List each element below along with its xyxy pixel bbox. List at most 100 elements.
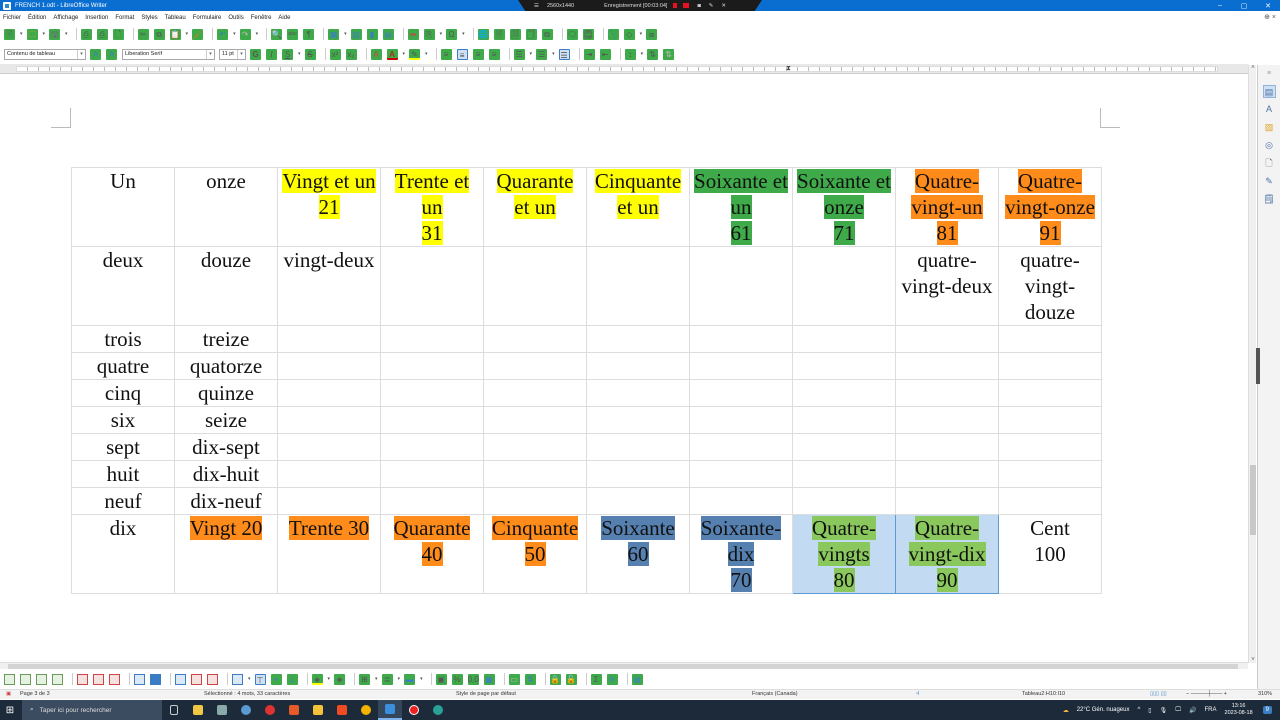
table-cell[interactable] xyxy=(277,379,381,407)
clock[interactable]: 13:16 2023-08-18 xyxy=(1225,703,1253,717)
table-cell[interactable]: onze xyxy=(174,167,278,247)
cut-icon[interactable]: ✂ xyxy=(137,28,149,40)
table-cell[interactable] xyxy=(277,433,381,461)
table-cell[interactable]: Cinquante 50 xyxy=(483,514,587,594)
table-cell[interactable]: Soixante et un 61 xyxy=(689,167,793,247)
table-cell[interactable]: quinze xyxy=(174,379,278,407)
table-cell[interactable] xyxy=(689,379,793,407)
libreoffice-writer-icon[interactable] xyxy=(378,700,402,720)
clear-formatting-icon[interactable]: A xyxy=(370,48,382,60)
table-cell[interactable]: Cinquante et un xyxy=(586,167,690,247)
borders-icon[interactable]: ⊞ xyxy=(359,673,371,685)
brave-icon[interactable] xyxy=(330,700,354,720)
insert-mode-icon[interactable]: ▫I xyxy=(916,691,919,697)
table-cell[interactable] xyxy=(689,406,793,434)
close-recorder-icon[interactable]: ✕ xyxy=(721,3,726,9)
windows-start-icon[interactable]: ⊞ xyxy=(0,705,20,716)
table-cell[interactable] xyxy=(998,352,1102,380)
autoformat-styles-icon[interactable]: ◈ xyxy=(334,673,346,685)
table-cell[interactable]: neuf xyxy=(71,487,175,515)
hyperlink-icon[interactable]: 🌐 xyxy=(477,28,489,40)
table-cell[interactable] xyxy=(895,433,999,461)
table-cell[interactable]: Quarante 40 xyxy=(380,514,484,594)
properties-icon[interactable]: ▤ xyxy=(1262,85,1276,98)
insert-chart-icon[interactable]: ▮ xyxy=(366,28,378,40)
number-format-icon[interactable]: ▣ xyxy=(435,673,447,685)
split-table-icon[interactable] xyxy=(207,673,218,685)
update-style-icon[interactable]: A xyxy=(90,48,101,60)
undo-icon[interactable]: ↶ xyxy=(217,28,229,40)
formula-icon[interactable]: fx xyxy=(606,673,618,685)
page-count[interactable]: Page 3 de 3 xyxy=(20,691,50,697)
clone-formatting-icon[interactable]: 🖌 xyxy=(192,28,204,40)
decrease-paragraph-spacing-icon[interactable]: ⇅ xyxy=(663,48,675,60)
table-cell[interactable] xyxy=(483,406,587,434)
numbered-list-icon[interactable]: ☰ xyxy=(536,48,548,60)
zoom-level[interactable]: 310% xyxy=(1258,691,1272,697)
close-document-icon[interactable]: ⊕ × xyxy=(1264,13,1276,21)
pause-icon[interactable] xyxy=(673,3,678,8)
highlight-color-icon[interactable]: ✎ xyxy=(409,48,421,60)
table-cell[interactable]: Vingt et un 21 xyxy=(277,167,381,247)
table-cell[interactable] xyxy=(689,352,793,380)
insert-rows-below-icon[interactable] xyxy=(20,673,31,685)
sidebar-grip[interactable] xyxy=(1256,348,1260,384)
justify-icon[interactable]: ≡ xyxy=(488,48,500,60)
border-style-icon[interactable]: ≣ xyxy=(381,673,393,685)
bookmark-icon[interactable]: 🗍 xyxy=(525,28,537,40)
app-yellow-icon[interactable] xyxy=(306,700,330,720)
table-cell[interactable]: Trente 30 xyxy=(277,514,381,594)
insert-textbox-icon[interactable]: ▤ xyxy=(382,28,394,40)
italic-button[interactable]: I xyxy=(266,48,277,60)
align-center-icon[interactable]: ≡ xyxy=(456,48,468,60)
open-folder-icon[interactable]: 🗀 xyxy=(26,28,38,40)
scrollbar-thumb[interactable] xyxy=(8,664,1238,669)
table-cell[interactable] xyxy=(483,325,587,353)
table-cell[interactable]: dix-huit xyxy=(174,460,278,488)
table-cell[interactable]: quatre xyxy=(71,352,175,380)
table-cell[interactable] xyxy=(998,487,1102,515)
menu-styles[interactable]: Styles xyxy=(141,15,157,21)
date-format-icon[interactable]: ▦ xyxy=(483,673,495,685)
stop-icon[interactable] xyxy=(683,3,690,8)
table-cell[interactable]: Quatre- vingt-dix 90 xyxy=(895,514,999,594)
print-preview-icon[interactable]: 🗋 xyxy=(112,28,124,40)
table-cell[interactable] xyxy=(586,460,690,488)
insert-image-icon[interactable]: ▨ xyxy=(350,28,362,40)
close-button[interactable]: ✕ xyxy=(1256,2,1280,10)
table-cell[interactable] xyxy=(380,246,484,326)
align-bottom-icon[interactable]: ⊥ xyxy=(286,673,298,685)
table-cell[interactable]: Trente et un 31 xyxy=(380,167,484,247)
table-cell[interactable]: dix-neuf xyxy=(174,487,278,515)
table-cell[interactable] xyxy=(792,460,896,488)
table-cell[interactable] xyxy=(586,246,690,326)
styles-icon[interactable]: A xyxy=(1263,103,1276,116)
table-cell-background-icon[interactable]: ◈ xyxy=(311,673,323,685)
insert-columns-before-icon[interactable] xyxy=(36,673,47,685)
task-view-icon[interactable] xyxy=(162,700,186,720)
table-cell[interactable] xyxy=(380,487,484,515)
bullet-list-icon[interactable]: ☰ xyxy=(513,48,525,60)
formatting-marks-icon[interactable]: ¶ xyxy=(303,28,315,40)
table-cell[interactable] xyxy=(586,406,690,434)
table-cell[interactable]: Un xyxy=(71,167,175,247)
weather-text[interactable]: 22°C Gén. nuageux xyxy=(1077,707,1130,713)
menu-outils[interactable]: Outils xyxy=(228,15,243,21)
table-cell[interactable] xyxy=(792,325,896,353)
unprotect-cells-icon[interactable]: 🔓 xyxy=(565,673,577,685)
decrease-indent-icon[interactable]: ⇤ xyxy=(599,48,611,60)
table-cell[interactable] xyxy=(277,352,381,380)
sort-icon[interactable]: ⇅ xyxy=(524,673,536,685)
table-cell[interactable] xyxy=(277,460,381,488)
minimize-button[interactable]: – xyxy=(1208,2,1232,9)
footnote-icon[interactable]: 🗎 xyxy=(493,28,505,40)
delete-table-icon[interactable] xyxy=(109,673,120,685)
horizontal-scrollbar[interactable] xyxy=(0,662,1248,669)
table-cell[interactable] xyxy=(998,325,1102,353)
camera-icon[interactable]: ◙ xyxy=(697,3,700,9)
insert-field-icon[interactable]: ⎘ xyxy=(423,28,435,40)
optimize-size-icon[interactable] xyxy=(232,673,243,685)
track-changes-icon[interactable]: 🗒 xyxy=(582,28,594,40)
scroll-down-icon[interactable]: ˅ xyxy=(1249,657,1257,663)
spelling-icon[interactable]: ᵃᵇᶜ xyxy=(287,28,299,40)
